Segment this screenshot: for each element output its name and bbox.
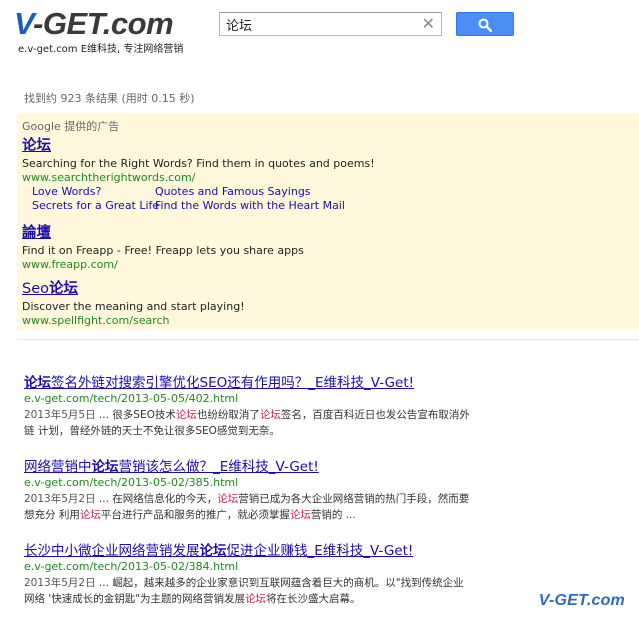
ad-item: Seo论坛 Discover the meaning and start pla… [22,278,245,328]
result-date: 2013年5月5日 [24,409,96,421]
clear-icon[interactable]: ✕ [422,15,435,33]
search-icon [478,18,492,32]
ad-title-link[interactable]: 論壇 [22,224,51,242]
result-snippet: 2013年5月2日 ... 崛起，越来越多的企业家意识到互联网蕴含着巨大的商机。… [24,575,474,607]
logo-mark-v: V [14,6,34,41]
snippet-highlight: 论坛 [79,509,101,521]
result-date: 2013年5月2日 [24,577,96,589]
result-snippet: 2013年5月5日 ... 很多SEO技术论坛也纷纷取消了论坛签名，百度百科近日… [24,407,474,439]
result-url[interactable]: e.v-get.com/tech/2013-05-02/384.html [24,560,484,574]
result-title-text: 长沙中小微企业网络营销发展 [24,543,200,559]
ad-title-text: 论坛 [22,138,51,154]
result-title-keyword: 论坛 [91,459,119,475]
search-result: 论坛签名外链对搜索引擎优化SEO还有作用吗？_E维科技_V-Get! e.v-g… [24,372,484,439]
sitelink-heart-mail[interactable]: Find the Words with the Heart Mail [155,199,345,213]
ad-item: 論壇 Find it on Freapp - Free! Freapp lets… [22,222,304,272]
result-title-link[interactable]: 网络营销中论坛营销该怎么做？_E维科技_V-Get! [24,458,319,476]
search-button[interactable] [456,12,514,36]
watermark-logo: V-GET.com [538,592,625,609]
logo-mark-rest: -GET.com [33,6,174,41]
result-title-text: 营销该怎么做？_E维科技_V-Get! [118,459,319,475]
result-url[interactable]: e.v-get.com/tech/2013-05-05/402.html [24,392,484,406]
snippet-highlight: 论坛 [259,409,281,421]
logo-tagline: e.v-get.com E维科技, 专注网络营销 [18,44,184,55]
snippet-text: ... 很多SEO技术 [95,409,176,421]
result-date: 2013年5月2日 [24,493,96,505]
result-title-keyword: 论坛 [24,375,51,391]
result-snippet: 2013年5月2日 ... 在网络信息化的今天，论坛营销已成为各大企业网络营销的… [24,491,474,523]
snippet-text: ... 在网络信息化的今天， [95,493,218,505]
ad-description: Discover the meaning and start playing! [22,300,245,313]
result-title-keyword: 论坛 [199,543,227,559]
snippet-highlight: 论坛 [217,493,239,505]
divider [17,339,639,340]
ad-description: Searching for the Right Words? Find them… [22,157,375,170]
sitelink-secrets-life[interactable]: Secrets for a Great Life [32,199,159,213]
search-input[interactable] [226,16,416,32]
ads-panel: Google 提供的广告 论坛 Searching for the Right … [17,113,639,330]
snippet-highlight: 论坛 [175,409,197,421]
result-title-text: 签名外链对搜索引擎优化SEO还有作用吗？_E维科技_V-Get! [51,375,415,391]
snippet-text: 将在长沙盛大启幕。 [266,593,361,605]
ads-label: Google 提供的广告 [22,120,120,133]
ad-description: Find it on Freapp - Free! Freapp lets yo… [22,244,304,257]
ad-title-keyword: 论坛 [49,281,78,297]
result-stats: 找到约 923 条结果 (用时 0.15 秒) [24,92,195,105]
result-title-text: 网络营销中 [24,459,92,475]
ad-url[interactable]: www.searchtherightwords.com/ [22,171,375,185]
ad-item: 论坛 Searching for the Right Words? Find t… [22,135,375,185]
snippet-text: 平台进行产品和服务的推广，就必须掌握 [100,509,290,521]
site-logo[interactable]: V-GET.com [14,6,174,42]
search-box[interactable]: ✕ [219,12,442,36]
ad-title-prefix: Seo [22,281,49,297]
ad-url[interactable]: www.spellfight.com/search [22,314,245,328]
result-title-link[interactable]: 长沙中小微企业网络营销发展论坛促进企业赚钱_E维科技_V-Get! [24,542,413,560]
result-title-link[interactable]: 论坛签名外链对搜索引擎优化SEO还有作用吗？_E维科技_V-Get! [24,374,414,392]
search-result: 长沙中小微企业网络营销发展论坛促进企业赚钱_E维科技_V-Get! e.v-ge… [24,540,484,607]
snippet-text: 营销的 ... [310,509,356,521]
result-title-text: 促进企业赚钱_E维科技_V-Get! [226,543,414,559]
snippet-highlight: 论坛 [289,509,311,521]
ad-title-text: 論壇 [22,225,51,241]
ad-url[interactable]: www.freapp.com/ [22,258,304,272]
sitelink-love-words[interactable]: Love Words? [32,185,101,199]
result-url[interactable]: e.v-get.com/tech/2013-05-02/385.html [24,476,484,490]
sitelink-quotes-sayings[interactable]: Quotes and Famous Sayings [155,185,311,199]
ad-title-link[interactable]: Seo论坛 [22,280,78,298]
search-result: 网络营销中论坛营销该怎么做？_E维科技_V-Get! e.v-get.com/t… [24,456,484,523]
snippet-text: 也纷纷取消了 [196,409,260,421]
snippet-highlight: 论坛 [245,593,267,605]
ad-title-link[interactable]: 论坛 [22,137,51,155]
